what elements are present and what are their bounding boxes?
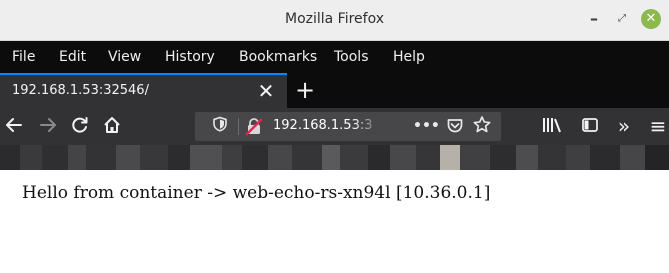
menu-help[interactable]: Help <box>393 49 425 65</box>
url-divider <box>238 118 239 135</box>
bookmark-star-icon[interactable] <box>471 115 493 141</box>
pocket-icon[interactable] <box>446 117 464 135</box>
url-bar[interactable]: 192.168.1.53:3 ••• <box>195 112 501 141</box>
bookmark-pixel-block <box>566 145 590 170</box>
minimize-button[interactable]: – <box>584 9 604 29</box>
menu-view[interactable]: View <box>108 49 141 65</box>
bookmark-pixel-block <box>292 145 322 170</box>
star-glyph <box>473 116 491 133</box>
bookmark-pixel-block <box>620 145 645 170</box>
reload-icon[interactable] <box>68 115 92 137</box>
library-glyph <box>543 118 561 133</box>
overflow-chevron-icon[interactable]: » <box>612 115 636 137</box>
bookmark-pixel-block <box>268 145 292 170</box>
bookmark-pixel-block <box>590 145 620 170</box>
bookmark-pixel-block <box>242 145 268 170</box>
bookmark-pixel-block <box>490 145 516 170</box>
menu-edit[interactable]: Edit <box>59 49 86 65</box>
forward-arrow-glyph <box>40 118 56 132</box>
sidebar-glyph <box>582 118 598 132</box>
menu-file[interactable]: File <box>12 49 35 65</box>
sidebar-icon[interactable] <box>578 115 602 137</box>
close-window-button[interactable]: ✕ <box>641 9 661 29</box>
menu-tools[interactable]: Tools <box>334 49 369 65</box>
title-bar: Mozilla Firefox – ⤢ ✕ <box>0 0 669 41</box>
home-icon[interactable] <box>100 115 124 137</box>
library-icon[interactable] <box>540 115 564 137</box>
menu-bookmarks[interactable]: Bookmarks <box>239 49 317 65</box>
shield-glyph <box>213 116 227 132</box>
home-glyph <box>104 117 120 133</box>
maximize-button[interactable]: ⤢ <box>612 9 632 29</box>
insecure-lock-glyph <box>245 118 263 136</box>
menu-bar: File Edit View History Bookmarks Tools H… <box>0 41 669 73</box>
page-content: Hello from container -> web-echo-rs-xn94… <box>0 170 669 273</box>
bookmarks-toolbar <box>0 145 669 170</box>
tab-active[interactable]: 192.168.1.53:32546/ ✕ <box>0 73 287 108</box>
bookmark-pixel-block <box>440 145 460 170</box>
url-fade <box>353 116 381 137</box>
bookmark-pixel-block <box>222 145 242 170</box>
bookmark-pixel-block <box>68 145 86 170</box>
close-tab-button[interactable]: ✕ <box>256 80 276 102</box>
bookmark-pixel-block <box>20 145 42 170</box>
bookmark-pixel-block <box>390 145 416 170</box>
bookmark-pixel-block <box>538 145 566 170</box>
bookmark-pixel-block <box>460 145 490 170</box>
bookmark-pixel-block <box>86 145 116 170</box>
tracking-shield-icon[interactable] <box>210 116 230 136</box>
hamburger-menu-icon[interactable]: ≡ <box>648 115 668 137</box>
bookmark-pixel-block <box>42 145 68 170</box>
browser-window: Mozilla Firefox – ⤢ ✕ File Edit View His… <box>0 0 669 273</box>
back-arrow-icon[interactable] <box>2 115 26 137</box>
back-arrow-glyph <box>6 118 22 132</box>
bookmark-pixel-block <box>168 145 190 170</box>
forward-arrow-icon[interactable] <box>36 115 60 137</box>
bookmark-pixel-block <box>322 145 340 170</box>
bookmark-pixel-block <box>416 145 440 170</box>
bookmark-pixel-block <box>516 145 538 170</box>
page-actions-icon[interactable]: ••• <box>413 116 440 136</box>
reload-glyph <box>72 117 88 133</box>
bookmark-pixel-block <box>340 145 368 170</box>
bookmark-pixel-block <box>0 145 20 170</box>
tab-title: 192.168.1.53:32546/ <box>12 83 149 98</box>
insecure-lock-icon[interactable] <box>245 117 263 136</box>
tab-bar: 192.168.1.53:32546/ ✕ + <box>0 73 669 108</box>
navigation-toolbar: 192.168.1.53:3 ••• » ≡ <box>0 108 669 145</box>
bookmark-pixel-block <box>190 145 222 170</box>
bookmark-pixel-block <box>116 145 140 170</box>
bookmark-pixel-block <box>140 145 168 170</box>
new-tab-button[interactable]: + <box>293 76 317 104</box>
bookmark-pixel-block <box>368 145 390 170</box>
window-title: Mozilla Firefox <box>284 11 385 27</box>
page-body-text: Hello from container -> web-echo-rs-xn94… <box>22 183 491 203</box>
pocket-glyph <box>447 119 463 133</box>
menu-history[interactable]: History <box>165 49 215 65</box>
